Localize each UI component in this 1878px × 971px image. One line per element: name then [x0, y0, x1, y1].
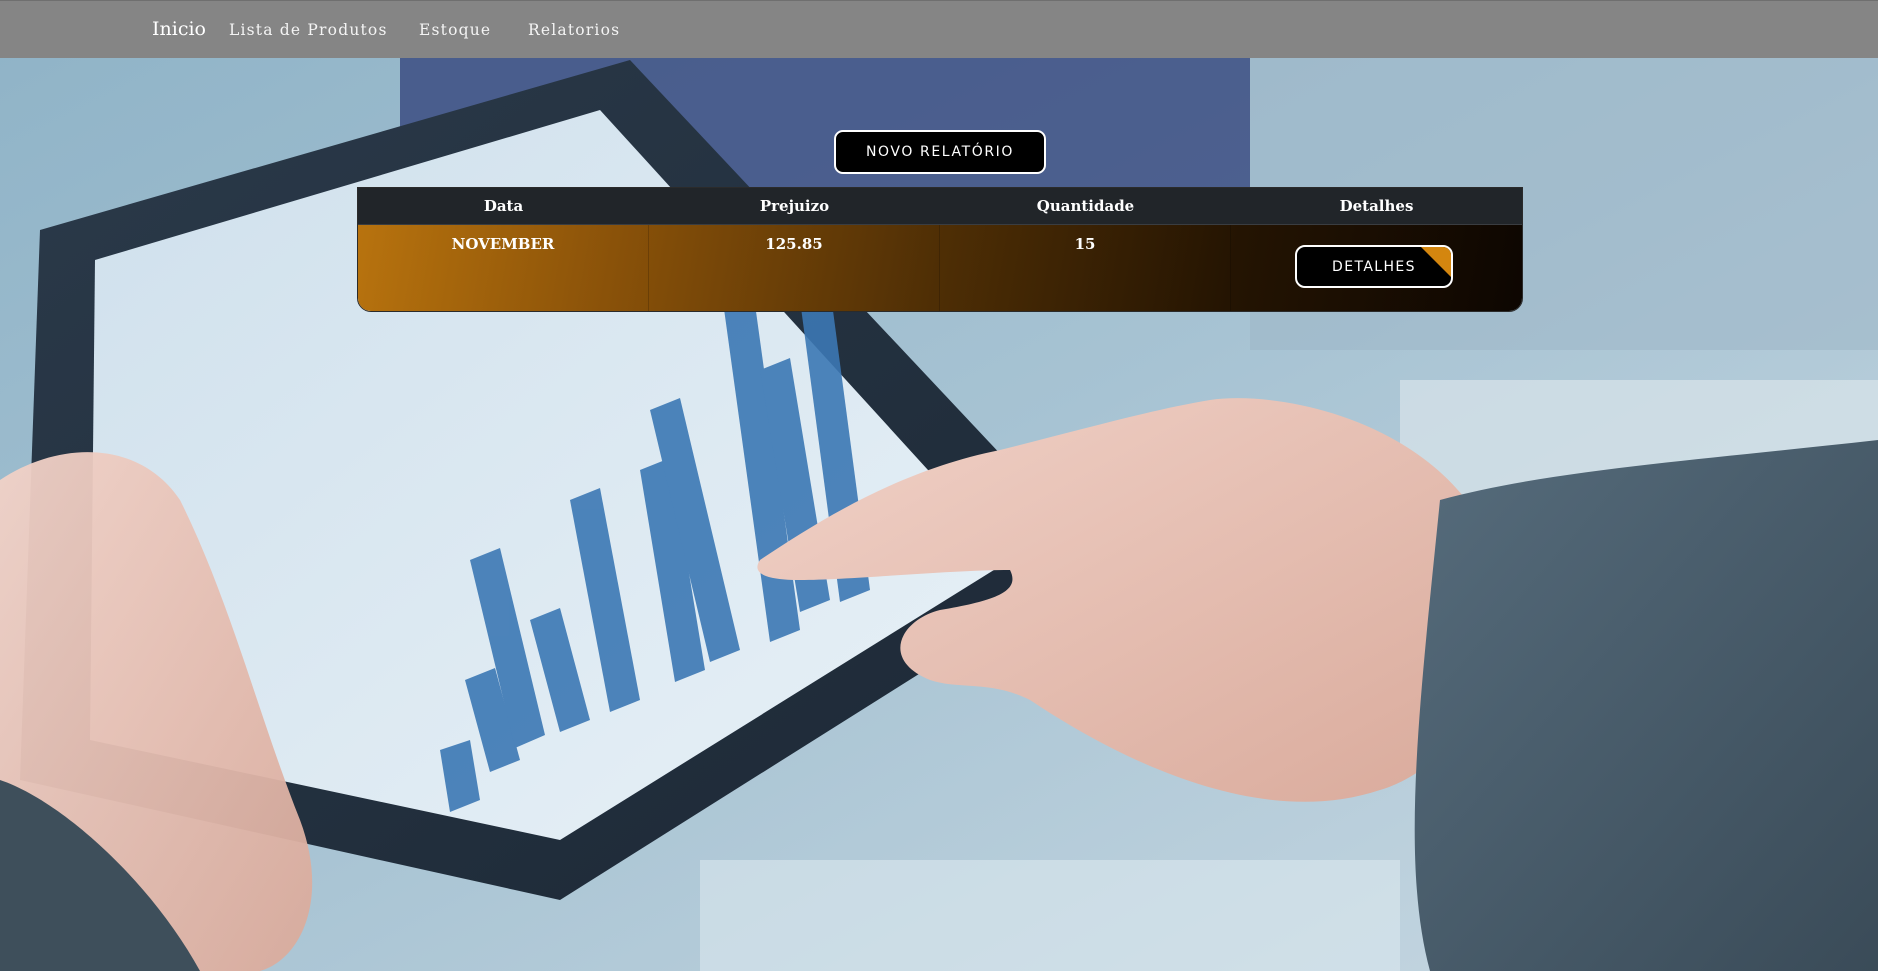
details-button[interactable]: DETALHES: [1295, 245, 1453, 288]
column-header-date: Data: [483, 197, 524, 215]
column-header-quantity: Quantidade: [1036, 197, 1135, 215]
nav-link-product-list[interactable]: Lista de Produtos: [229, 21, 388, 39]
cell-date: NOVEMBER: [358, 225, 649, 311]
table-header-row: Data Prejuizo Quantidade Detalhes: [358, 188, 1522, 225]
nav-home-link[interactable]: Inicio: [152, 18, 206, 40]
details-button-label: DETALHES: [1332, 258, 1416, 275]
nav-link-reports[interactable]: Relatorios: [528, 21, 620, 39]
reports-table: Data Prejuizo Quantidade Detalhes NOVEMB…: [357, 187, 1523, 312]
top-navbar: Inicio Lista de Produtos Estoque Relator…: [0, 0, 1878, 58]
column-header-details: Detalhes: [1339, 197, 1414, 215]
table-row: NOVEMBER 125.85 15 DETALHES: [358, 225, 1522, 311]
cell-details: DETALHES: [1231, 225, 1522, 311]
nav-link-stock[interactable]: Estoque: [419, 21, 491, 39]
cell-quantity: 15: [940, 225, 1231, 311]
column-header-loss: Prejuizo: [759, 197, 830, 215]
new-report-button[interactable]: NOVO RELATÓRIO: [834, 130, 1046, 174]
cell-loss: 125.85: [649, 225, 940, 311]
corner-accent: [1420, 247, 1451, 278]
